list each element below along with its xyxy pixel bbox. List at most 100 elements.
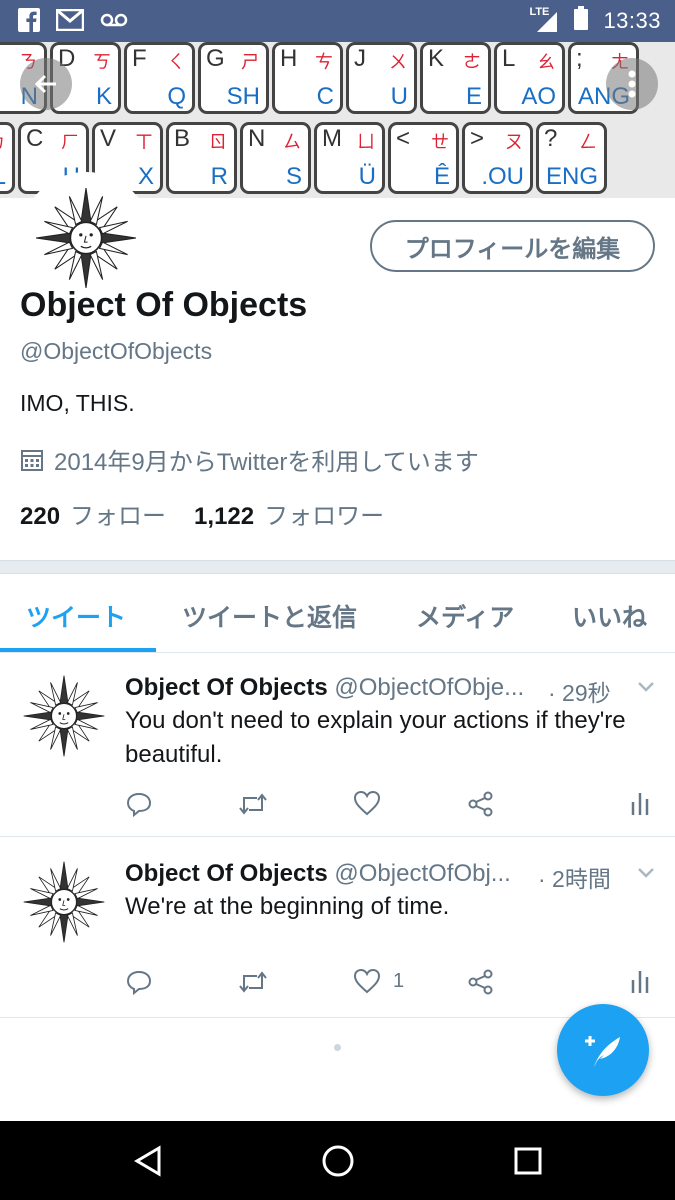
banner-key: NㄙS xyxy=(240,122,311,194)
tweet-text: We're at the beginning of time. xyxy=(125,893,450,920)
following-label: フォロー xyxy=(70,503,167,530)
profile-avatar[interactable] xyxy=(20,172,152,304)
nav-recents-button[interactable] xyxy=(506,1139,550,1183)
banner-key-tl: > xyxy=(470,125,485,152)
banner-key-tr: ㄑ xyxy=(167,52,185,72)
banner-key-bt: C xyxy=(316,83,334,110)
banner-key-tl: K xyxy=(428,45,445,72)
like-count: 1 xyxy=(393,969,405,992)
tweet[interactable]: Object Of Objects @ObjectOfObje... · 29秒… xyxy=(0,654,675,837)
more-vertical-icon xyxy=(628,70,636,98)
banner-key-tl: N xyxy=(248,125,266,152)
gmail-icon xyxy=(55,8,85,36)
tweet[interactable]: Object Of Objects @ObjectOfObj... · 2時間 … xyxy=(0,838,675,1018)
share-button[interactable] xyxy=(467,968,495,996)
banner-key-tr: ㄩ xyxy=(357,132,375,152)
banner-key: KㄜE xyxy=(420,42,491,114)
tweet-avatar[interactable] xyxy=(22,674,106,758)
banner-key-tr: ㄖ xyxy=(209,132,227,152)
like-button[interactable] xyxy=(353,790,393,816)
share-icon xyxy=(468,969,493,995)
profile-bio: IMO, THIS. xyxy=(20,390,135,416)
tweet-author-handle: @ObjectOfObj... xyxy=(334,860,511,887)
banner-key: G ㄕ SH xyxy=(198,42,269,114)
heart-icon xyxy=(353,968,381,994)
banner-key-tl: J xyxy=(354,45,366,72)
tab-media[interactable]: メディア xyxy=(416,598,514,634)
banner-key-bt: SH xyxy=(226,83,260,110)
banner-key-bt: K xyxy=(95,83,112,110)
tab-tweets[interactable]: ツイート xyxy=(26,598,126,634)
keyboard-row-1: SㄋNDㄎKFㄑQGㄕSHHㄘCJㄨUKㄜELㄠAO;ㄤANG xyxy=(0,42,639,114)
tweet-menu-button[interactable] xyxy=(636,862,656,887)
overflow-menu-button[interactable] xyxy=(606,58,658,110)
banner-key-tl: < xyxy=(396,125,411,152)
tab-tweets-and-replies[interactable]: ツイートと返信 xyxy=(182,598,357,634)
banner-key-tr: ㄕ xyxy=(241,52,259,72)
triangle-back-icon xyxy=(134,1145,161,1177)
chevron-down-icon xyxy=(638,682,654,692)
tweet-header: Object Of Objects @ObjectOfObj... xyxy=(125,860,511,888)
back-button[interactable] xyxy=(20,58,72,110)
followers-link[interactable]: 1,122 フォロワー xyxy=(194,496,384,531)
heart-icon xyxy=(353,790,381,816)
analytics-icon xyxy=(631,793,649,815)
nav-home-button[interactable] xyxy=(316,1139,360,1183)
compose-quill-icon xyxy=(585,1036,620,1067)
banner-key-tr: ㄨ xyxy=(389,52,407,72)
profile-tabs: ツイート ツイートと返信 メディア いいね xyxy=(0,574,675,653)
calendar-icon xyxy=(21,449,43,471)
compose-tweet-button[interactable] xyxy=(557,1004,649,1096)
battery-icon xyxy=(573,6,589,36)
join-date-text: 2014年9月からTwitterを利用しています xyxy=(54,449,479,476)
join-date: 2014年9月からTwitterを利用しています xyxy=(20,442,479,477)
android-navigation-bar xyxy=(0,1121,675,1200)
section-divider xyxy=(0,560,675,574)
retweet-icon xyxy=(239,971,267,993)
analytics-button[interactable] xyxy=(630,968,650,994)
banner-key-tl: H xyxy=(280,45,298,72)
banner-key: MㄩÜ xyxy=(314,122,385,194)
signal-icon: LTE xyxy=(529,6,559,34)
circle-home-icon xyxy=(322,1145,354,1177)
banner-key-bt: ENG xyxy=(545,163,598,190)
nav-back-button[interactable] xyxy=(126,1139,170,1183)
banner-key-bt: X xyxy=(137,163,154,190)
like-button[interactable]: 1 xyxy=(353,968,404,994)
active-tab-indicator xyxy=(0,648,156,652)
share-button[interactable] xyxy=(467,790,495,818)
retweet-button[interactable] xyxy=(237,968,269,996)
banner-key: ? ㄥ ENG xyxy=(536,122,607,194)
following-link[interactable]: 220 フォロー xyxy=(20,496,166,531)
banner-key: XㄌL xyxy=(0,122,15,194)
profile-handle: @ObjectOfObjects xyxy=(20,338,213,364)
reply-button[interactable] xyxy=(125,968,153,996)
follow-stats: 220 フォロー 1,122 フォロワー xyxy=(20,496,384,531)
banner-key-tr: ㄜ xyxy=(463,52,481,72)
reply-button[interactable] xyxy=(125,790,153,818)
arrow-left-icon xyxy=(34,74,56,94)
banner-key-bt: Q xyxy=(167,83,186,110)
banner-key-bt: E xyxy=(465,83,482,110)
voicemail-icon xyxy=(100,12,128,33)
banner-key-tr: ㄡ xyxy=(505,132,523,152)
banner-key-bt: .OU xyxy=(481,163,524,190)
banner-key: BㄖR xyxy=(166,122,237,194)
tweet-menu-button[interactable] xyxy=(636,676,656,701)
tweet-avatar[interactable] xyxy=(22,860,106,944)
following-count: 220 xyxy=(20,503,61,530)
banner-key-tr: ㄝ xyxy=(431,132,449,152)
profile-name: Object Of Objects xyxy=(20,286,308,324)
retweet-button[interactable] xyxy=(237,790,269,818)
tweet-timestamp: · 2時間 xyxy=(538,866,611,892)
tab-likes[interactable]: いいね xyxy=(572,598,647,634)
tweet-actions: 1 xyxy=(125,968,655,998)
banner-key-bt: AO xyxy=(521,83,556,110)
banner-key-bt: L xyxy=(0,163,6,191)
banner-key-tr: ㄏ xyxy=(61,132,79,152)
analytics-button[interactable] xyxy=(630,790,650,816)
followers-count: 1,122 xyxy=(194,503,255,530)
edit-profile-button[interactable]: プロフィールを編集 xyxy=(370,220,655,272)
share-icon xyxy=(468,791,493,817)
banner-key-tl: C xyxy=(26,125,44,152)
